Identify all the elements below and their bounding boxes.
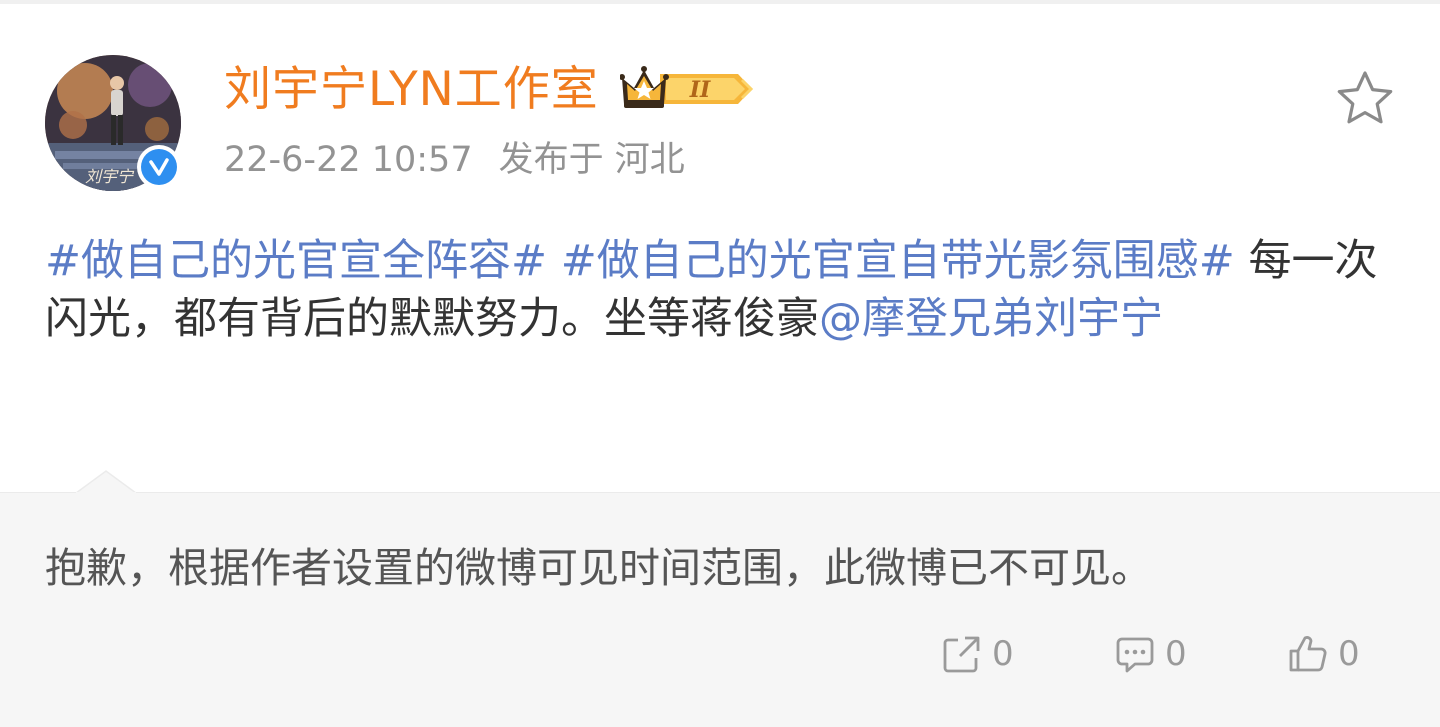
like-button[interactable]: 0 xyxy=(1286,632,1360,676)
avatar-caption: 刘宇宁 xyxy=(85,167,134,186)
hashtag-link[interactable]: #做自己的光官宣全阵容# xyxy=(45,236,547,286)
repost-count: 0 xyxy=(992,634,1014,674)
hashtag-link[interactable]: #做自己的光官宣自带光影氛围感# xyxy=(561,236,1235,286)
timestamp: 22-6-22 10:57 xyxy=(224,140,473,180)
author-name[interactable]: 刘宇宁LYN工作室 xyxy=(224,62,599,118)
notice-panel xyxy=(0,492,1440,727)
thumbs-up-icon xyxy=(1289,636,1327,672)
verified-icon xyxy=(137,145,181,189)
like-count: 0 xyxy=(1338,634,1360,674)
vip-level-label: II xyxy=(689,77,711,103)
location-label: 发布于 河北 xyxy=(498,140,685,180)
weibo-post: 刘宇宁 刘宇宁LYN工作室 II 22-6-22 10:57 发布于 河北 #做… xyxy=(0,0,1440,727)
mention-link[interactable]: @摩登兄弟刘宇宁 xyxy=(819,294,1163,344)
comment-button[interactable]: 0 xyxy=(1113,632,1187,676)
notice-pointer xyxy=(76,470,136,494)
star-outline-icon[interactable] xyxy=(1334,68,1396,130)
repost-button[interactable]: 0 xyxy=(940,632,1014,676)
repost-icon xyxy=(943,636,980,673)
notice-text: 抱歉，根据作者设置的微博可见时间范围，此微博已不可见。 xyxy=(45,544,1152,592)
top-divider xyxy=(0,0,1440,4)
comment-count: 0 xyxy=(1165,634,1187,674)
avatar[interactable]: 刘宇宁 xyxy=(45,55,181,191)
action-bar: 0 0 0 xyxy=(0,632,1440,682)
comment-icon xyxy=(1116,637,1154,673)
post-meta: 22-6-22 10:57 发布于 河北 xyxy=(224,138,711,182)
post-content: #做自己的光官宣全阵容# #做自己的光官宣自带光影氛围感# 每一次闪光，都有背后… xyxy=(45,232,1405,348)
crown-vip-icon[interactable]: II xyxy=(619,64,756,114)
